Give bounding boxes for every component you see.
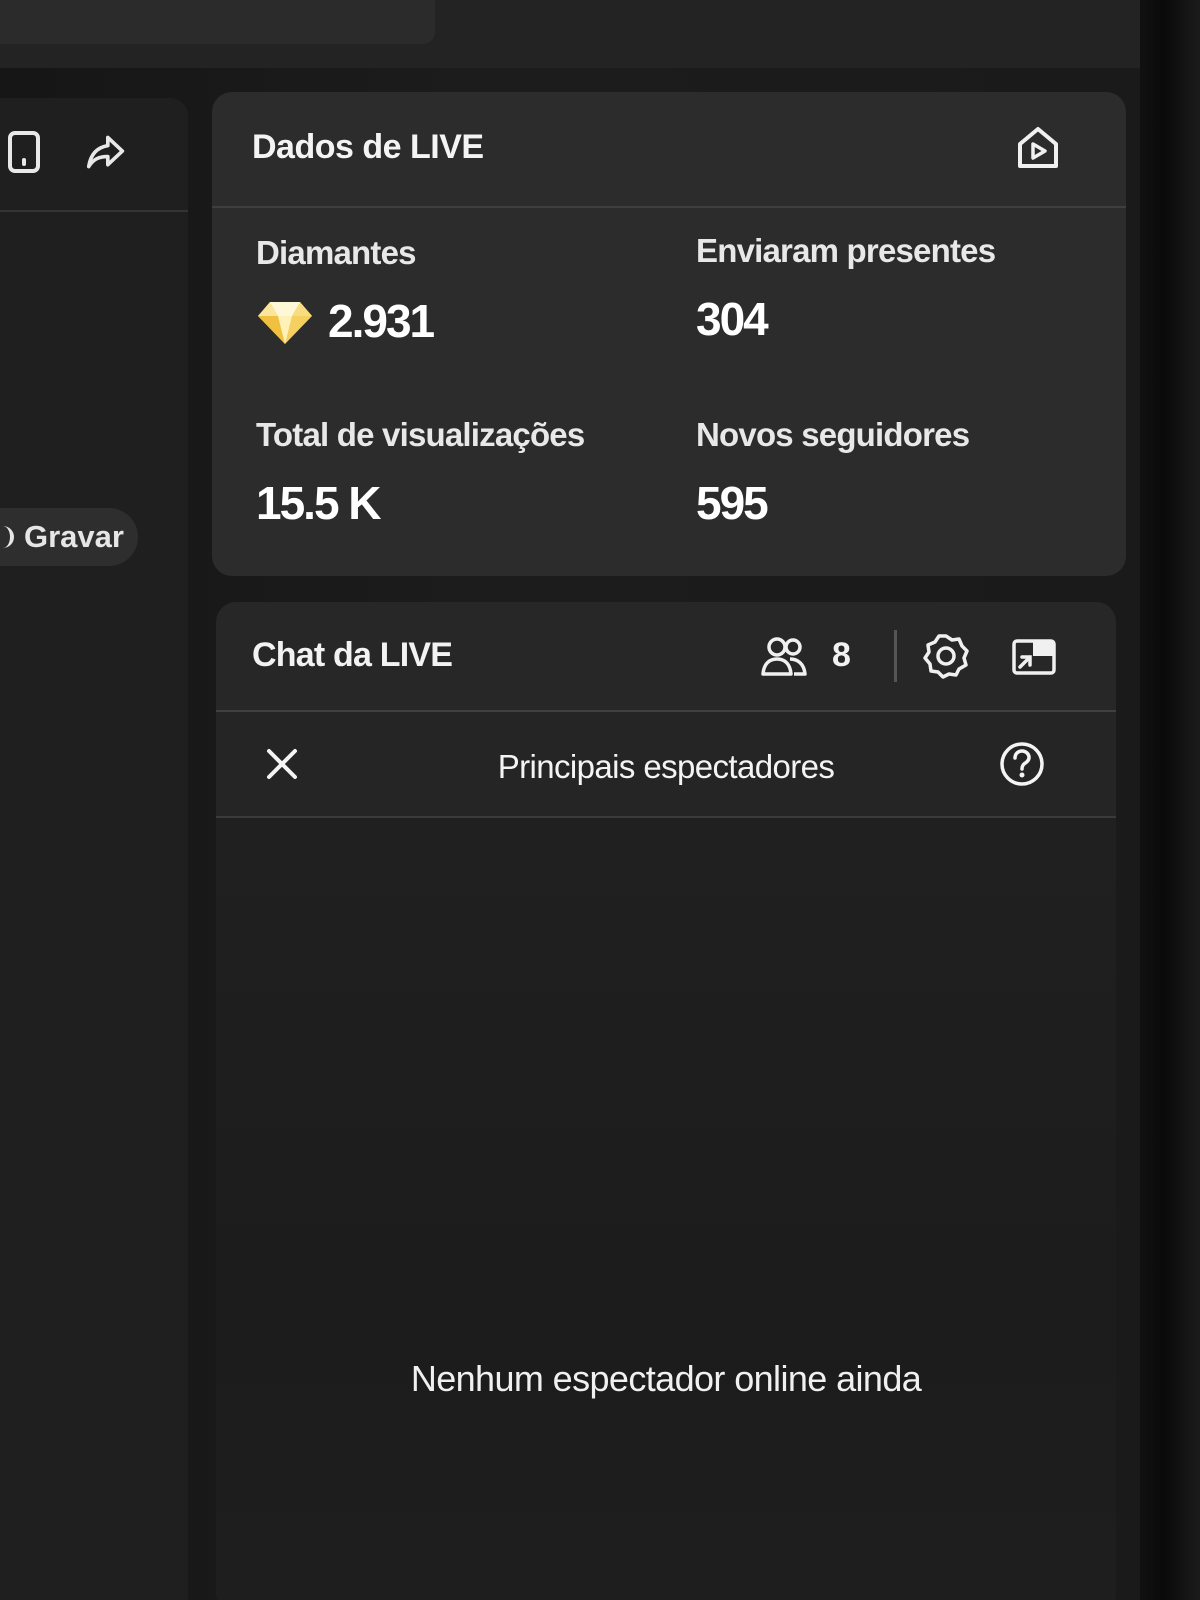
record-label: Gravar bbox=[24, 519, 124, 554]
screen-bezel bbox=[1140, 0, 1200, 1600]
stat-label: Novos seguidores bbox=[696, 416, 970, 453]
share-icon[interactable] bbox=[86, 130, 126, 174]
diamond-icon bbox=[256, 296, 328, 346]
phone-icon[interactable] bbox=[4, 130, 44, 174]
chat-title: Chat da LIVE bbox=[252, 636, 453, 674]
top-viewers-header: Principais espectadores bbox=[216, 712, 1116, 818]
top-bar bbox=[0, 0, 1150, 68]
screen: Gravar Dados de LIVE Diamantes 2.931 Env… bbox=[0, 0, 1200, 1600]
stat-new-followers: Novos seguidores 595 bbox=[696, 416, 970, 530]
settings-icon[interactable] bbox=[920, 630, 972, 682]
stat-gift-senders: Enviaram presentes 304 bbox=[696, 232, 996, 346]
popout-icon[interactable] bbox=[1008, 630, 1060, 682]
stat-value: 15.5 K bbox=[256, 477, 382, 529]
live-data-header: Dados de LIVE bbox=[212, 92, 1126, 208]
live-data-title: Dados de LIVE bbox=[252, 128, 484, 166]
stat-label: Enviaram presentes bbox=[696, 232, 996, 269]
live-home-icon[interactable] bbox=[1012, 122, 1064, 174]
top-viewers-list: Nenhum espectador online ainda bbox=[216, 818, 1116, 1600]
record-dot-icon bbox=[0, 526, 14, 548]
top-viewers-title: Principais espectadores bbox=[497, 748, 835, 785]
stat-value: 2.931 bbox=[328, 295, 435, 347]
live-chat-card: Chat da LIVE 8 Principais espectadores N… bbox=[216, 602, 1116, 1600]
stat-value: 595 bbox=[696, 477, 769, 529]
header-divider bbox=[894, 630, 897, 682]
empty-state-message: Nenhum espectador online ainda bbox=[410, 1358, 922, 1399]
top-control-pill[interactable] bbox=[0, 0, 435, 44]
live-data-card: Dados de LIVE Diamantes 2.931 Enviaram p… bbox=[212, 92, 1126, 576]
stat-total-views: Total de visualizações 15.5 K bbox=[256, 416, 585, 530]
stat-label: Total de visualizações bbox=[256, 416, 585, 453]
help-icon[interactable] bbox=[996, 738, 1048, 790]
stat-diamonds: Diamantes 2.931 bbox=[256, 234, 435, 348]
stat-value: 304 bbox=[696, 293, 769, 345]
stat-label: Diamantes bbox=[256, 234, 417, 271]
viewer-count[interactable]: 8 bbox=[832, 636, 851, 675]
record-button[interactable]: Gravar bbox=[0, 508, 138, 566]
stat-value-row: 2.931 bbox=[256, 294, 435, 348]
left-toolbar bbox=[0, 98, 188, 212]
chat-header: Chat da LIVE 8 bbox=[216, 602, 1116, 712]
viewers-icon[interactable] bbox=[758, 630, 810, 682]
left-panel: Gravar bbox=[0, 98, 188, 1600]
